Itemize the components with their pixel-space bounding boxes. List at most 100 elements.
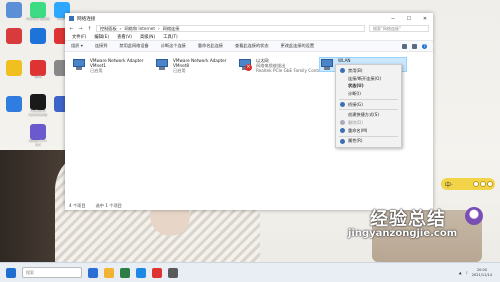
adapter-device: Realtek PCIe GbE Family Contr... [256, 68, 324, 73]
app-icon [6, 28, 22, 44]
command-button[interactable]: 重命名此连接 [198, 43, 223, 49]
shield-icon [340, 120, 345, 126]
desktop-icon[interactable]: Visual C++ 6.0 [26, 124, 50, 148]
taskbar-app-icon[interactable] [152, 267, 162, 278]
network-icon[interactable]: ▲ [459, 271, 462, 275]
app-icon [6, 60, 22, 76]
menu-item[interactable]: 高级(N) [140, 34, 155, 40]
minimize-button[interactable]: ─ [385, 16, 401, 22]
desktop-icon[interactable]: PyCharm Community [26, 94, 50, 118]
context-menu-label: 连接/断开连接(O) [348, 75, 382, 81]
ime-floating-widget[interactable]: 中· [441, 178, 495, 190]
maximize-button[interactable]: ☐ [401, 16, 417, 22]
start-button[interactable] [6, 267, 16, 278]
recycle-bin-icon [6, 2, 22, 18]
system-tray: ▲ ♪ 20:00 2021/11/14 [459, 268, 500, 277]
preview-pane-icon[interactable] [412, 43, 417, 49]
change-view-icon[interactable] [402, 43, 407, 49]
desktop-icon-label: Visual C++ 6.0 [28, 139, 48, 147]
command-button[interactable]: 诊断这个连接 [161, 43, 186, 49]
breadcrumb-item[interactable]: 网络和 Internet [124, 26, 155, 32]
taskbar-apps [82, 267, 178, 278]
menu-separator [339, 98, 398, 100]
desktop-icon[interactable] [26, 28, 50, 44]
ime-label: 中· [445, 181, 453, 189]
search-input[interactable]: 搜索"网络连接" [369, 25, 429, 32]
desktop-icon[interactable] [2, 28, 26, 44]
taskbar-app-icon[interactable] [136, 267, 146, 278]
help-icon[interactable]: ? [422, 43, 427, 49]
context-menu-item[interactable]: 重命名(M) [336, 127, 401, 135]
up-arrow-icon[interactable]: ↑ [87, 26, 92, 32]
watermark-url: jingyanzongjie.com [348, 228, 458, 239]
command-button[interactable]: 查看此连接的状态 [235, 43, 269, 49]
command-bar: 组织 ▾ 连接到 禁用此网络设备 诊断这个连接 重命名此连接 查看此连接的状态 更改此连接的… [65, 40, 433, 52]
item-count: 4 个项目 [69, 202, 86, 208]
wps-icon [30, 60, 46, 76]
clock[interactable]: 20:00 2021/11/14 [472, 268, 492, 277]
taskbar-app-icon[interactable] [104, 267, 114, 278]
title-bar: 网络连接 ─ ☐ ✕ [65, 13, 433, 24]
desktop-icon[interactable]: Android Studio [26, 2, 50, 22]
menu-separator [339, 135, 398, 137]
watermark-avatar-icon [465, 207, 483, 225]
breadcrumb-item[interactable]: 控制面板 [100, 26, 117, 32]
command-button[interactable]: 连接到 [95, 43, 108, 49]
desktop-icon[interactable]: WPS [26, 60, 50, 80]
taskbar-app-icon[interactable] [168, 267, 178, 278]
ime-button-icon[interactable] [487, 181, 493, 187]
command-button[interactable]: 更改此连接的设置 [281, 43, 315, 49]
adapter-text: VMware Network Adapter VMnet8 已启用 [173, 58, 241, 73]
ime-button-icon[interactable] [473, 181, 479, 187]
command-button[interactable]: 组织 ▾ [71, 43, 83, 49]
app-icon [6, 96, 22, 112]
clock-date: 2021/11/14 [471, 272, 492, 277]
context-menu-label: 状态(U) [348, 83, 364, 89]
desktop-icon[interactable] [2, 2, 26, 18]
adapter-status: 已启用 [90, 68, 103, 73]
context-menu-item[interactable]: 连接/断开连接(O) [336, 75, 401, 83]
taskbar-app-icon[interactable] [88, 267, 98, 278]
breadcrumb-item[interactable]: 网络连接 [163, 26, 180, 32]
desktop-icon[interactable] [2, 96, 26, 112]
command-button[interactable]: 禁用此网络设备 [119, 43, 148, 49]
shield-icon [340, 113, 345, 118]
taskbar-app-icon[interactable] [120, 267, 130, 278]
address-bar-row: ← → ↑ 控制面板 › 网络和 Internet › 网络连接 搜索"网络连接… [65, 24, 433, 33]
ime-button-icon[interactable] [480, 181, 486, 187]
network-adapter-item[interactable]: VMware Network Adapter VMnet1 已启用 [72, 58, 158, 73]
network-adapter-icon: × [238, 58, 253, 71]
selection-count: 选中 1 个项目 [95, 202, 122, 208]
network-adapter-item[interactable]: × 以太网 网络电缆被拔出 Realtek PCIe GbE Family Contr… [238, 58, 324, 73]
shield-icon [340, 68, 345, 74]
menu-item[interactable]: 工具(T) [163, 34, 178, 40]
adapter-name: VMware Network Adapter VMnet8 [173, 58, 227, 68]
context-menu-item[interactable]: 属性(R) [336, 138, 401, 146]
disconnected-icon: × [245, 64, 252, 71]
forward-arrow-icon[interactable]: → [78, 26, 83, 32]
context-menu-item[interactable]: 桥接(G) [336, 101, 401, 109]
address-bar[interactable]: 控制面板 › 网络和 Internet › 网络连接 [96, 25, 365, 32]
context-menu-label: 删除(D) [348, 119, 363, 125]
network-adapter-icon [72, 58, 87, 71]
taskbar-search-input[interactable]: 搜索 [22, 267, 82, 278]
context-menu-label: 创建快捷方式(S) [348, 112, 380, 118]
back-arrow-icon[interactable]: ← [69, 26, 74, 32]
network-adapter-item[interactable]: VMware Network Adapter VMnet8 已启用 [155, 58, 241, 73]
context-menu-item[interactable]: 诊断(I) [336, 90, 401, 98]
context-menu-label: 桥接(G) [348, 101, 363, 107]
menu-bar: 文件(F) 编辑(E) 查看(V) 高级(N) 工具(T) [65, 33, 433, 40]
close-button[interactable]: ✕ [417, 16, 433, 22]
context-menu-item[interactable]: 禁用(B) [336, 67, 401, 75]
desktop-icon[interactable] [2, 60, 26, 76]
menu-item[interactable]: 编辑(E) [94, 34, 109, 40]
network-folder-icon [69, 16, 74, 21]
desktop-icon-label: WPS [34, 75, 42, 79]
menu-item[interactable]: 文件(F) [72, 34, 86, 40]
context-menu-item[interactable]: 创建快捷方式(S) [336, 111, 401, 119]
menu-item[interactable]: 查看(V) [117, 34, 132, 40]
context-menu-item[interactable]: 状态(U) [336, 82, 401, 90]
network-adapter-icon [155, 58, 170, 71]
adapter-name: VMware Network Adapter VMnet1 [90, 58, 144, 68]
volume-icon[interactable]: ♪ [466, 271, 468, 275]
